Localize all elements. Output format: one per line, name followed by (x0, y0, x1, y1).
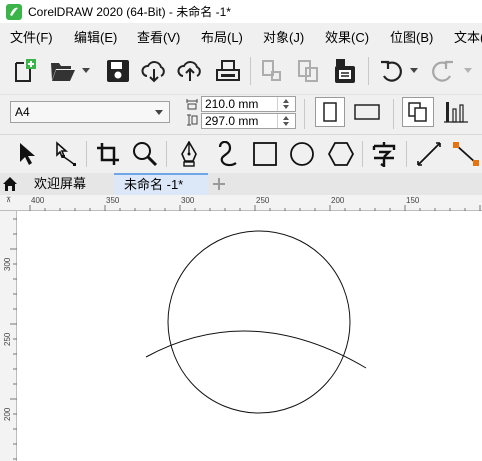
toolbar-separator (304, 99, 305, 129)
arc-curve[interactable] (145, 330, 367, 369)
add-tab-icon[interactable] (210, 175, 228, 193)
toolbar-separator (393, 99, 394, 129)
zoom-tool-icon[interactable] (130, 138, 160, 170)
chevron-down-icon (155, 110, 163, 115)
tab-welcome-screen[interactable]: 欢迎屏幕 (24, 173, 96, 195)
ruler-label: 400 (31, 196, 45, 205)
horizontal-ruler[interactable]: ⊼ 400 350 300 250 200 150 (0, 195, 482, 211)
open-folder-icon[interactable] (48, 57, 78, 85)
all-pages-icon[interactable] (402, 97, 434, 127)
canvas-drawing (145, 230, 367, 414)
ruler-label: 350 (106, 196, 120, 205)
page-width-icon (186, 97, 198, 111)
window-title: CorelDRAW 2020 (64-Bit) - 未命名 -1* (28, 5, 231, 19)
pen-tool-icon[interactable] (174, 138, 204, 170)
export-icon[interactable] (293, 57, 323, 85)
height-stepper[interactable] (277, 114, 295, 128)
parallel-dimension-tool-icon[interactable] (414, 138, 444, 170)
new-document-icon[interactable] (10, 57, 40, 85)
cloud-download-icon[interactable] (138, 57, 170, 85)
menu-bitmaps[interactable]: 位图(B) (386, 27, 437, 46)
toolbar-separator (166, 141, 167, 167)
page-height-icon (186, 113, 198, 127)
toolbar-separator (250, 57, 251, 85)
save-icon[interactable] (103, 57, 133, 85)
ruler-label: 200 (3, 407, 12, 421)
ruler-label: 300 (3, 257, 12, 271)
menu-effects[interactable]: 效果(C) (321, 27, 373, 46)
title-bar: CorelDRAW 2020 (64-Bit) - 未命名 -1* (0, 0, 482, 23)
current-page-icon[interactable] (440, 97, 472, 127)
ellipse-tool-icon[interactable] (287, 138, 317, 170)
redo-icon[interactable] (428, 57, 458, 85)
menu-bar: 文件(F) 编辑(E) 查看(V) 布局(L) 对象(J) 效果(C) 位图(B… (0, 23, 482, 47)
ruler-label: 250 (3, 332, 12, 346)
menu-file[interactable]: 文件(F) (6, 27, 57, 46)
ruler-label: 250 (256, 196, 270, 205)
ruler-label: 150 (406, 196, 420, 205)
shape-tool-icon[interactable] (50, 138, 80, 170)
open-dropdown-icon[interactable] (80, 63, 92, 79)
paper-size-select[interactable]: A4 (10, 101, 170, 123)
portrait-orientation-icon[interactable] (315, 97, 345, 127)
redo-dropdown-icon[interactable] (462, 63, 474, 79)
page-height-value: 297.0 mm (205, 114, 259, 128)
page-width-field[interactable]: 210.0 mm (201, 96, 296, 112)
tab-untitled-document[interactable]: 未命名 -1* (114, 173, 208, 195)
vertical-ruler[interactable]: 300 250 200 (0, 211, 17, 461)
toolbar-separator (86, 141, 87, 167)
import-icon[interactable] (256, 57, 286, 85)
circle-shape[interactable] (167, 230, 351, 414)
cloud-upload-icon[interactable] (174, 57, 206, 85)
paper-size-value: A4 (15, 105, 30, 119)
menu-layout[interactable]: 布局(L) (197, 27, 247, 46)
document-tab-bar: 欢迎屏幕 未命名 -1* (0, 173, 482, 195)
pick-tool-icon[interactable] (12, 138, 42, 170)
polygon-tool-icon[interactable] (324, 138, 358, 170)
connector-tool-icon[interactable] (450, 138, 482, 170)
standard-toolbar (0, 47, 482, 95)
home-icon[interactable] (2, 176, 18, 192)
crop-tool-icon[interactable] (93, 138, 123, 170)
landscape-orientation-icon[interactable] (350, 97, 384, 127)
menu-edit[interactable]: 编辑(E) (70, 27, 121, 46)
toolbar-separator (368, 57, 369, 85)
toolbar-separator (362, 141, 363, 167)
menu-object[interactable]: 对象(J) (259, 27, 308, 46)
text-tool-icon[interactable] (368, 138, 400, 170)
undo-icon[interactable] (376, 57, 406, 85)
page-height-field[interactable]: 297.0 mm (201, 113, 296, 129)
ruler-corner-icon[interactable]: ⊼ (6, 196, 11, 204)
coreldraw-logo-icon (6, 3, 22, 20)
undo-dropdown-icon[interactable] (408, 63, 420, 79)
width-stepper[interactable] (277, 97, 295, 111)
menu-view[interactable]: 查看(V) (133, 27, 184, 46)
ruler-label: 300 (181, 196, 195, 205)
publish-to-pdf-icon[interactable] (330, 57, 360, 85)
rectangle-tool-icon[interactable] (250, 138, 280, 170)
artistic-media-tool-icon[interactable] (213, 138, 243, 170)
toolbar-separator (406, 141, 407, 167)
drawing-canvas[interactable] (18, 212, 482, 461)
page-width-value: 210.0 mm (205, 97, 259, 111)
print-icon[interactable] (212, 57, 244, 85)
menu-text[interactable]: 文本( (450, 27, 482, 46)
ruler-label: 200 (331, 196, 345, 205)
